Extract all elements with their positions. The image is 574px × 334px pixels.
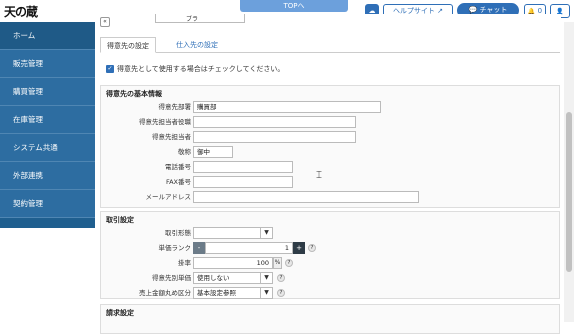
honorific-input[interactable]: 御中 — [193, 146, 233, 158]
help-icon[interactable]: ? — [277, 289, 285, 297]
sidebar-collapse-button[interactable]: « — [100, 17, 110, 27]
price-rank-decrement[interactable]: - — [193, 242, 205, 254]
help-icon[interactable]: ? — [308, 244, 316, 252]
honorific-label: 敬称 — [178, 148, 191, 156]
billing-settings-section: 請求設定 — [100, 304, 560, 334]
price-rank-label: 単価ランク — [158, 244, 192, 252]
sidebar: ホーム 販売管理 購買管理 在庫管理 システム共通 外部連携 契約管理 — [0, 22, 95, 228]
phone-input[interactable] — [193, 161, 293, 173]
sidebar-item-purchasing[interactable]: 購買管理 — [0, 78, 95, 106]
customer-checkbox[interactable]: ✓ — [106, 65, 114, 73]
customer-price-label: 得意先別単価 — [152, 274, 191, 282]
trade-settings-section: 取引設定 取引形態 ▼ 単価ランク - 1 + ? 掛率 100 % ? 得意先… — [100, 211, 560, 299]
email-input[interactable] — [193, 191, 419, 203]
email-label: メールアドレス — [145, 193, 192, 201]
rate-input[interactable]: 100 — [193, 257, 273, 269]
trade-type-select[interactable]: ▼ — [193, 227, 273, 239]
contact-title-input[interactable] — [193, 116, 356, 128]
basic-info-title: 得意先の基本情報 — [106, 90, 162, 98]
sidebar-item-contracts[interactable]: 契約管理 — [0, 190, 95, 218]
rate-label: 掛率 — [178, 259, 191, 267]
sidebar-item-inventory[interactable]: 在庫管理 — [0, 106, 95, 134]
customer-checkbox-label: 得意先として使用する場合はチェックしてください。 — [117, 65, 285, 73]
chevron-down-icon: ▼ — [260, 273, 272, 283]
customer-price-select[interactable]: 使用しない ▼ — [193, 272, 273, 284]
page-scrollbar[interactable] — [564, 22, 574, 322]
top-partial-field[interactable]: ブラ — [155, 14, 245, 23]
fax-input[interactable] — [193, 176, 293, 188]
sidebar-item-external[interactable]: 外部連携 — [0, 162, 95, 190]
scrollbar-thumb[interactable] — [566, 112, 572, 272]
tab-customer-settings[interactable]: 得意先の設定 — [100, 37, 156, 53]
price-rank-increment[interactable]: + — [293, 242, 305, 254]
basic-info-section: 得意先の基本情報 得意先部署 購買部 得意先担当者役職 得意先担当者 敬称 御中… — [100, 85, 560, 208]
price-rank-input[interactable]: 1 — [205, 242, 293, 254]
phone-label: 電話番号 — [165, 163, 191, 171]
chat-label: チャット — [479, 6, 508, 14]
sidebar-item-system[interactable]: システム共通 — [0, 134, 95, 162]
mouse-cursor-icon: ⌶ — [316, 170, 322, 181]
department-input[interactable]: 購買部 — [193, 101, 381, 113]
chevron-down-icon: ▼ — [260, 228, 272, 238]
top-link-tab[interactable]: TOPへ — [240, 0, 348, 12]
billing-settings-title: 請求設定 — [106, 309, 134, 317]
app-logo[interactable]: 天の蔵 — [4, 3, 38, 20]
help-icon[interactable]: ? — [277, 274, 285, 282]
department-label: 得意先部署 — [158, 103, 192, 111]
tab-supplier-settings[interactable]: 仕入先の設定 — [170, 37, 224, 53]
main-content: ブラ 得意先の設定 仕入先の設定 ✓ 得意先として使用する場合はチェックしてくださ… — [95, 14, 561, 334]
rounding-value: 基本設定参照 — [197, 289, 236, 297]
trade-type-label: 取引形態 — [165, 229, 191, 237]
fax-label: FAX番号 — [165, 178, 191, 186]
rounding-select[interactable]: 基本設定参照 ▼ — [193, 287, 273, 299]
customer-checkbox-row[interactable]: ✓ 得意先として使用する場合はチェックしてください。 — [106, 64, 284, 74]
settings-tabs: 得意先の設定 仕入先の設定 — [100, 37, 560, 53]
contact-name-label: 得意先担当者 — [152, 133, 191, 141]
chat-icon: 💬 — [468, 6, 478, 14]
customer-price-value: 使用しない — [197, 274, 230, 282]
top-partial-label: ブラ — [186, 16, 199, 23]
chevron-down-icon: ▼ — [260, 288, 272, 298]
sidebar-item-sales[interactable]: 販売管理 — [0, 50, 95, 78]
contact-title-label: 得意先担当者役職 — [139, 118, 191, 126]
rounding-label: 売上金額丸め区分 — [139, 289, 191, 297]
sidebar-item-home[interactable]: ホーム — [0, 22, 95, 50]
percent-unit: % — [273, 257, 282, 269]
help-icon[interactable]: ? — [285, 259, 293, 267]
contact-name-input[interactable] — [193, 131, 356, 143]
trade-settings-title: 取引設定 — [106, 216, 134, 224]
